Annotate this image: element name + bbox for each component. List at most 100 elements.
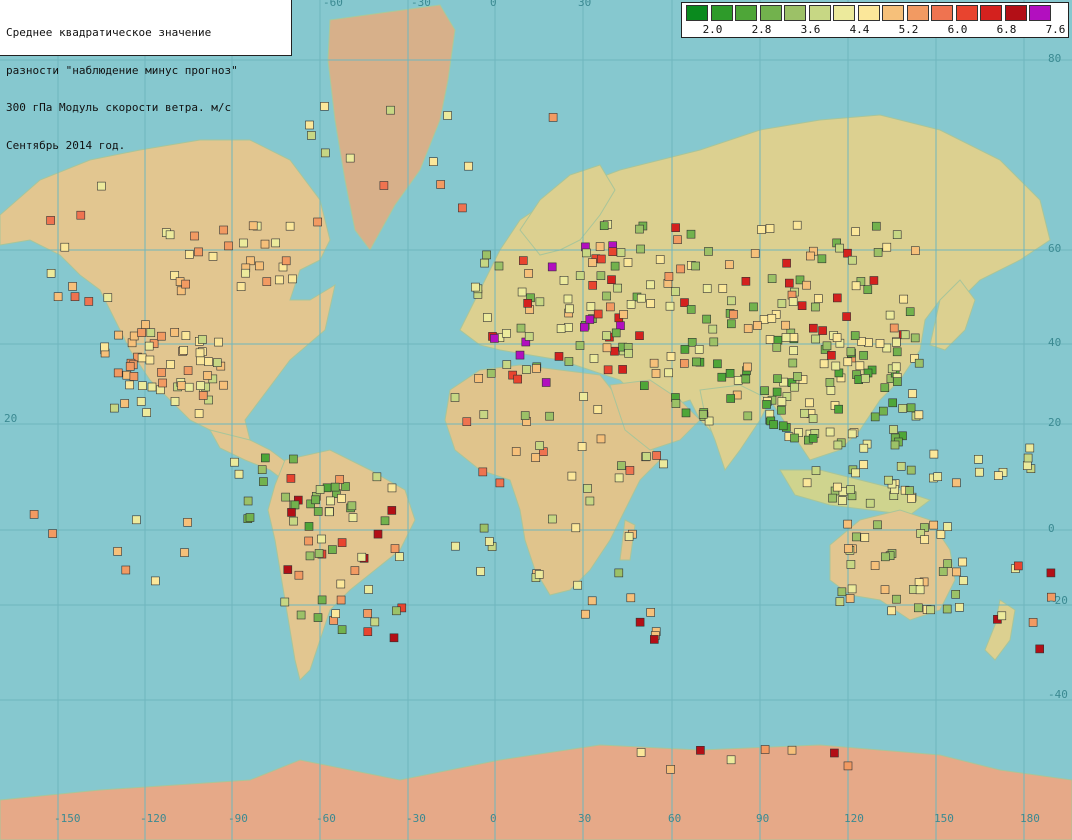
longitude-label: 120 xyxy=(844,812,864,825)
station-marker xyxy=(571,523,581,533)
station-marker xyxy=(762,400,771,409)
legend-label: 5.2 xyxy=(898,23,919,36)
station-marker xyxy=(389,633,399,643)
station-marker xyxy=(878,406,888,416)
station-marker xyxy=(129,331,139,341)
station-marker xyxy=(870,561,880,570)
station-marker xyxy=(387,506,397,515)
station-marker xyxy=(767,274,777,284)
station-marker xyxy=(757,225,766,234)
longitude-label: 60 xyxy=(668,812,682,825)
station-marker xyxy=(294,570,304,580)
station-marker xyxy=(825,378,835,387)
station-marker xyxy=(589,354,599,363)
station-marker xyxy=(691,261,700,271)
station-marker xyxy=(743,411,753,421)
legend-label: 2.8 xyxy=(751,23,772,36)
station-marker xyxy=(480,258,489,268)
station-marker xyxy=(246,256,255,266)
station-marker xyxy=(802,280,811,290)
station-marker xyxy=(777,299,787,308)
station-marker xyxy=(450,393,460,402)
station-marker xyxy=(137,328,146,337)
station-marker xyxy=(280,597,290,607)
station-marker xyxy=(482,250,491,260)
station-marker xyxy=(97,181,106,191)
station-marker xyxy=(142,408,151,417)
station-marker xyxy=(29,510,39,519)
station-marker xyxy=(520,411,530,420)
station-marker xyxy=(103,293,113,302)
station-marker xyxy=(379,181,389,190)
station-marker xyxy=(370,617,380,627)
legend-swatch xyxy=(759,5,782,21)
station-marker xyxy=(787,745,797,755)
station-marker xyxy=(395,552,404,562)
station-marker xyxy=(183,366,193,375)
station-marker xyxy=(245,513,255,522)
station-marker xyxy=(778,421,788,431)
station-marker xyxy=(772,387,782,397)
station-marker xyxy=(610,346,619,356)
station-marker xyxy=(464,161,473,171)
station-marker xyxy=(855,361,865,371)
station-marker xyxy=(585,496,595,506)
station-marker xyxy=(974,454,983,464)
station-marker xyxy=(782,258,791,268)
station-marker xyxy=(599,221,609,230)
station-marker xyxy=(792,220,802,230)
station-marker xyxy=(942,604,952,614)
station-marker xyxy=(146,328,156,338)
station-marker xyxy=(482,313,492,322)
station-marker xyxy=(686,305,696,314)
station-marker xyxy=(832,482,842,492)
station-marker xyxy=(70,292,80,302)
station-marker xyxy=(213,358,222,368)
station-marker xyxy=(893,377,902,386)
station-marker xyxy=(639,381,649,391)
station-marker xyxy=(596,271,606,281)
latitude-label: -40 xyxy=(1048,688,1068,701)
station-marker xyxy=(852,532,861,542)
station-marker xyxy=(825,427,835,437)
station-marker xyxy=(741,374,751,384)
station-marker xyxy=(659,459,668,469)
station-marker xyxy=(635,617,645,627)
station-marker xyxy=(933,472,943,482)
legend-label: 6.8 xyxy=(996,23,1017,36)
station-marker xyxy=(564,323,573,332)
station-marker xyxy=(842,312,851,321)
legend-label: 3.6 xyxy=(800,23,821,36)
station-marker xyxy=(826,385,836,395)
station-marker xyxy=(582,248,591,258)
station-marker xyxy=(680,345,690,354)
station-marker xyxy=(835,597,845,607)
station-marker xyxy=(522,365,531,374)
station-marker xyxy=(181,279,190,289)
station-marker xyxy=(889,425,898,434)
station-marker xyxy=(502,360,512,369)
station-marker xyxy=(704,247,713,256)
station-marker xyxy=(573,580,583,590)
station-marker xyxy=(773,374,782,384)
station-marker xyxy=(436,180,446,189)
title-line-1: Среднее квадратическое значение xyxy=(6,26,212,39)
station-marker xyxy=(726,755,736,765)
station-marker xyxy=(646,608,656,617)
longitude-label: -90 xyxy=(228,812,248,825)
station-marker xyxy=(847,429,857,439)
station-marker xyxy=(147,382,157,392)
station-marker xyxy=(636,293,646,303)
station-marker xyxy=(626,299,636,309)
station-marker xyxy=(899,294,909,304)
station-marker xyxy=(287,508,296,517)
station-marker xyxy=(575,271,585,281)
station-marker xyxy=(484,537,494,546)
station-marker xyxy=(230,457,239,467)
station-marker xyxy=(563,294,573,304)
station-marker xyxy=(275,275,284,285)
station-marker xyxy=(214,337,223,347)
station-marker xyxy=(892,594,901,604)
station-marker xyxy=(336,579,346,589)
station-marker xyxy=(462,417,472,427)
